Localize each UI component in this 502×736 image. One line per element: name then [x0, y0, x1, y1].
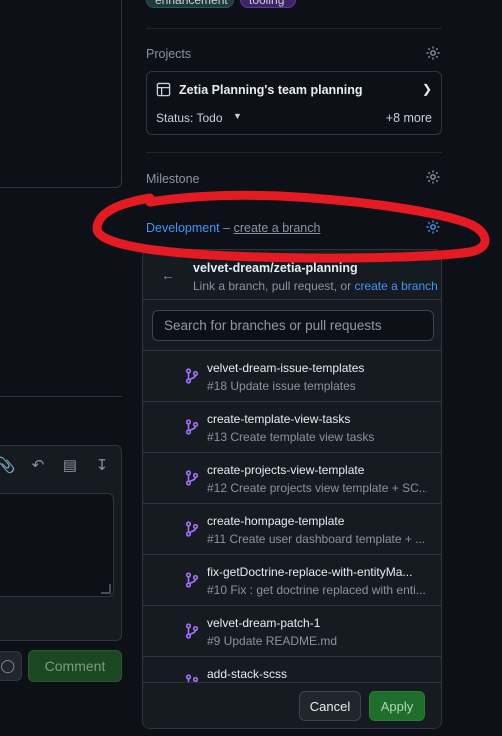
- insert-icon[interactable]: ↧: [91, 456, 113, 474]
- project-name[interactable]: Zetia Planning's team planning: [179, 83, 363, 97]
- left-divider: [0, 396, 122, 397]
- attach-icon[interactable]: 📎: [0, 456, 17, 474]
- table-icon: [156, 82, 171, 97]
- branch-pr-title: #9 Update README.md: [207, 634, 338, 648]
- resize-handle-icon[interactable]: [101, 584, 111, 594]
- branch-list-item[interactable]: add-stack-scss: [143, 657, 441, 684]
- caret-down-icon[interactable]: ▼: [233, 111, 242, 121]
- git-branch-icon: [185, 572, 199, 588]
- sidebar-divider: [146, 28, 442, 29]
- branch-pr-title: #13 Create template view tasks: [207, 430, 375, 444]
- development-separator: –: [223, 221, 231, 235]
- branch-name: create-template-view-tasks: [207, 412, 351, 426]
- comment-textarea[interactable]: [0, 493, 114, 597]
- projects-title: Projects: [146, 47, 192, 61]
- milestone-title: Milestone: [146, 172, 200, 186]
- project-card: Zetia Planning's team planning ❯ Status:…: [146, 71, 442, 135]
- development-title[interactable]: Development: [146, 221, 220, 235]
- development-row: Development – create a branch: [146, 221, 320, 235]
- branch-list-item[interactable]: create-template-view-tasks #13 Create tem…: [143, 402, 441, 453]
- branch-name: velvet-dream-issue-templates: [207, 361, 365, 375]
- reply-icon[interactable]: ↶: [27, 456, 49, 474]
- dropdown-header: ← velvet-dream/zetia-planning Link a bra…: [143, 250, 441, 300]
- branch-list-item[interactable]: create-hompage-template #11 Create user d…: [143, 504, 441, 555]
- left-content-panel: [0, 0, 122, 188]
- branch-list-item[interactable]: create-projects-view-template #12 Create …: [143, 453, 441, 504]
- branch-pr-title: #18 Update issue templates: [207, 379, 356, 393]
- git-branch-icon: [185, 470, 199, 486]
- git-branch-icon: [185, 521, 199, 537]
- branch-name: create-hompage-template: [207, 514, 345, 528]
- projects-gear-icon[interactable]: [425, 45, 441, 61]
- more-projects-link[interactable]: +8 more: [386, 111, 432, 125]
- close-issue-button[interactable]: ◯: [0, 651, 22, 681]
- branch-pr-title: #10 Fix : get doctrine replaced with ent…: [207, 583, 426, 597]
- dropdown-subtitle-text: Link a branch, pull request, or: [193, 279, 355, 293]
- comment-editor: 📎 ↶ ▤ ↧: [0, 445, 122, 641]
- dropdown-footer: Cancel Apply: [143, 682, 441, 728]
- edit-box-icon[interactable]: ▤: [59, 456, 81, 474]
- branch-pr-title: #12 Create projects view template + SC..…: [207, 481, 427, 495]
- cancel-button[interactable]: Cancel: [299, 691, 361, 721]
- branch-list: velvet-dream-issue-templates #18 Update i…: [143, 350, 441, 684]
- branch-name: add-stack-scss: [207, 667, 288, 681]
- editor-toolbar: 📎 ↶ ▤ ↧: [0, 446, 121, 484]
- branch-search-input[interactable]: [152, 310, 434, 341]
- back-arrow-icon[interactable]: ←: [161, 267, 175, 283]
- link-branch-dropdown: ← velvet-dream/zetia-planning Link a bra…: [142, 249, 442, 729]
- project-status[interactable]: Status: Todo: [156, 111, 223, 125]
- git-branch-icon: [185, 623, 199, 639]
- label-tooling[interactable]: tooling: [240, 0, 296, 8]
- branch-list-item[interactable]: velvet-dream-patch-1 #9 Update README.md: [143, 606, 441, 657]
- git-branch-icon: [185, 368, 199, 384]
- label-enhancement[interactable]: enhancement: [146, 0, 234, 8]
- branch-list-item[interactable]: fix-getDoctrine-replace-with-entityMa...…: [143, 555, 441, 606]
- milestone-gear-icon[interactable]: [425, 169, 441, 185]
- branch-name: fix-getDoctrine-replace-with-entityMa...: [207, 565, 413, 579]
- branch-name: velvet-dream-patch-1: [207, 616, 321, 630]
- branch-name: create-projects-view-template: [207, 463, 365, 477]
- create-branch-link[interactable]: create a branch: [234, 221, 321, 235]
- chevron-down-icon[interactable]: ❯: [422, 82, 432, 96]
- apply-button[interactable]: Apply: [369, 691, 425, 721]
- repo-name: velvet-dream/zetia-planning: [193, 261, 358, 275]
- git-branch-icon: [185, 419, 199, 435]
- sidebar-divider: [146, 152, 442, 153]
- dropdown-create-branch-link[interactable]: create a branch: [354, 279, 437, 293]
- dropdown-subtitle: Link a branch, pull request, or create a…: [193, 279, 438, 293]
- development-gear-icon[interactable]: [425, 219, 441, 235]
- branch-pr-title: #11 Create user dashboard template + ...: [207, 532, 426, 546]
- comment-button[interactable]: Comment: [28, 650, 122, 682]
- branch-list-item[interactable]: velvet-dream-issue-templates #18 Update i…: [143, 351, 441, 402]
